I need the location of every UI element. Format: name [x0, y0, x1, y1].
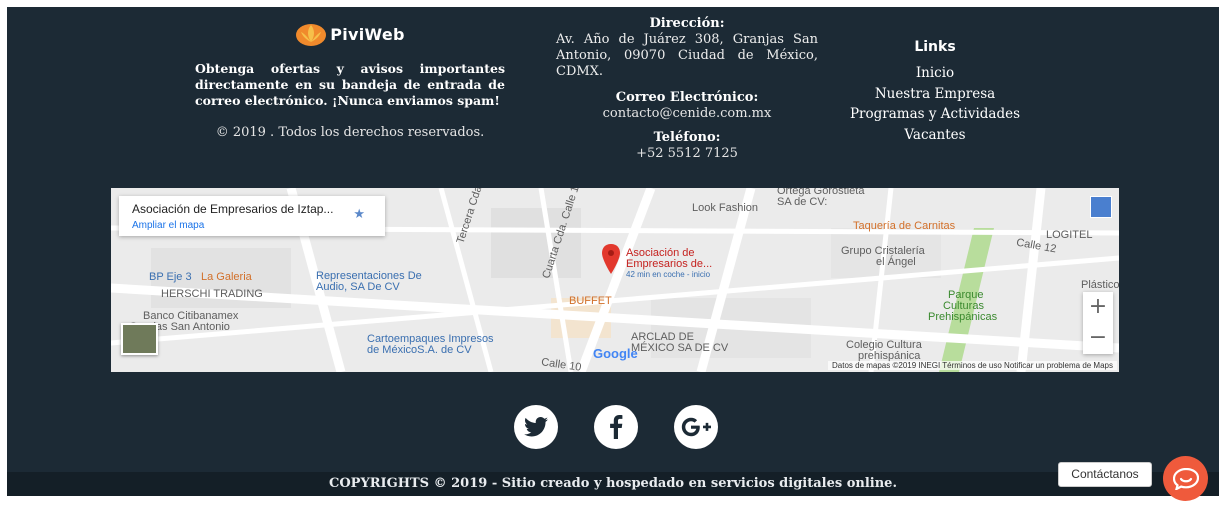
map-attribution: Datos de mapas ©2019 INEGI Términos de u…	[828, 361, 1117, 370]
map-place: SA de CV:	[777, 196, 828, 208]
map-info-card: Asociación de Empresarios de Iztap... Am…	[119, 196, 385, 236]
facebook-link[interactable]	[594, 405, 638, 449]
embedded-map[interactable]: Look Fashion Ortega Gorostieta SA de CV:…	[111, 188, 1119, 372]
twitter-link[interactable]	[514, 405, 558, 449]
map-place: BUFFET	[569, 295, 612, 307]
link-vacantes[interactable]: Vacantes	[835, 125, 1035, 146]
phone-label: Teléfono:	[653, 130, 721, 145]
address-label: Dirección:	[649, 16, 725, 31]
chat-icon	[1172, 467, 1199, 490]
address-text: Av. Año de Juárez 308, Granjas San Anton…	[556, 32, 818, 79]
map-place: Look Fashion	[692, 202, 759, 214]
newsletter-tagline: Obtenga ofertas y avisos importantes dir…	[195, 61, 505, 108]
email-label: Correo Electrónico:	[615, 90, 759, 105]
google-plus-icon	[681, 417, 711, 437]
zoom-in-button[interactable]: +	[1083, 292, 1113, 323]
copyright-bar: COPYRIGHTS © 2019 - Sitio creado y hospe…	[7, 472, 1219, 496]
link-inicio[interactable]: Inicio	[835, 63, 1035, 84]
links-list: Inicio Nuestra Empresa Programas y Activ…	[835, 63, 1035, 145]
link-programas-actividades[interactable]: Programas y Actividades	[835, 104, 1035, 125]
street-view-pegman-icon[interactable]	[1090, 196, 1112, 218]
google-logo: Google	[593, 346, 638, 361]
brand-logo[interactable]: PiviWeb	[295, 17, 405, 51]
map-marker-icon[interactable]	[602, 244, 620, 274]
email-link[interactable]: contacto@cenide.com.mx	[556, 106, 818, 122]
map-place: Audio, SA De CV	[316, 281, 400, 293]
pin-sub: 42 min en coche - inicio	[626, 270, 711, 279]
map-place: HERSCHI TRADING	[161, 288, 263, 300]
zoom-controls: + −	[1083, 292, 1113, 354]
enlarge-map-link[interactable]: Ampliar el mapa	[132, 220, 385, 231]
map-place: Plástico	[1081, 279, 1119, 291]
links-title: Links	[914, 39, 956, 55]
map-place: de MéxicoS.A. de CV	[367, 344, 472, 356]
map-place: MÉXICO SA DE CV	[631, 342, 729, 354]
brand-name: PiviWeb	[330, 24, 405, 44]
map-place: BP Eje 3	[149, 271, 192, 283]
map-place: el Ángel	[876, 256, 916, 268]
zoom-out-button[interactable]: −	[1083, 323, 1113, 354]
map-place: LOGITEL	[1046, 229, 1093, 241]
copyright-text: COPYRIGHTS © 2019 - Sitio creado y hospe…	[329, 476, 897, 491]
map-place: Prehispánicas	[928, 311, 998, 323]
lotus-logo-icon	[296, 24, 327, 46]
satellite-toggle[interactable]	[121, 323, 158, 355]
map-place: Taquería de Carnitas	[853, 220, 956, 232]
brand-column: PiviWeb Obtenga ofertas y avisos importa…	[195, 17, 505, 140]
contact-tooltip[interactable]: Contáctanos	[1058, 462, 1152, 487]
star-icon[interactable]: ★	[353, 206, 365, 222]
google-plus-link[interactable]	[674, 405, 718, 449]
map-place-title: Asociación de Empresarios de Iztap...	[132, 202, 334, 216]
map-place: La Galeria	[201, 271, 252, 283]
facebook-icon	[610, 415, 623, 439]
links-column: Links Inicio Nuestra Empresa Programas y…	[835, 39, 1035, 145]
contact-chat-button[interactable]	[1163, 456, 1208, 501]
twitter-icon	[524, 417, 548, 437]
rights-text: © 2019 . Todos los derechos reservados.	[215, 125, 485, 140]
contact-column: Dirección: Av. Año de Juárez 308, Granja…	[556, 16, 818, 162]
link-nuestra-empresa[interactable]: Nuestra Empresa	[835, 84, 1035, 105]
phone-link[interactable]: +52 5512 7125	[556, 146, 818, 162]
